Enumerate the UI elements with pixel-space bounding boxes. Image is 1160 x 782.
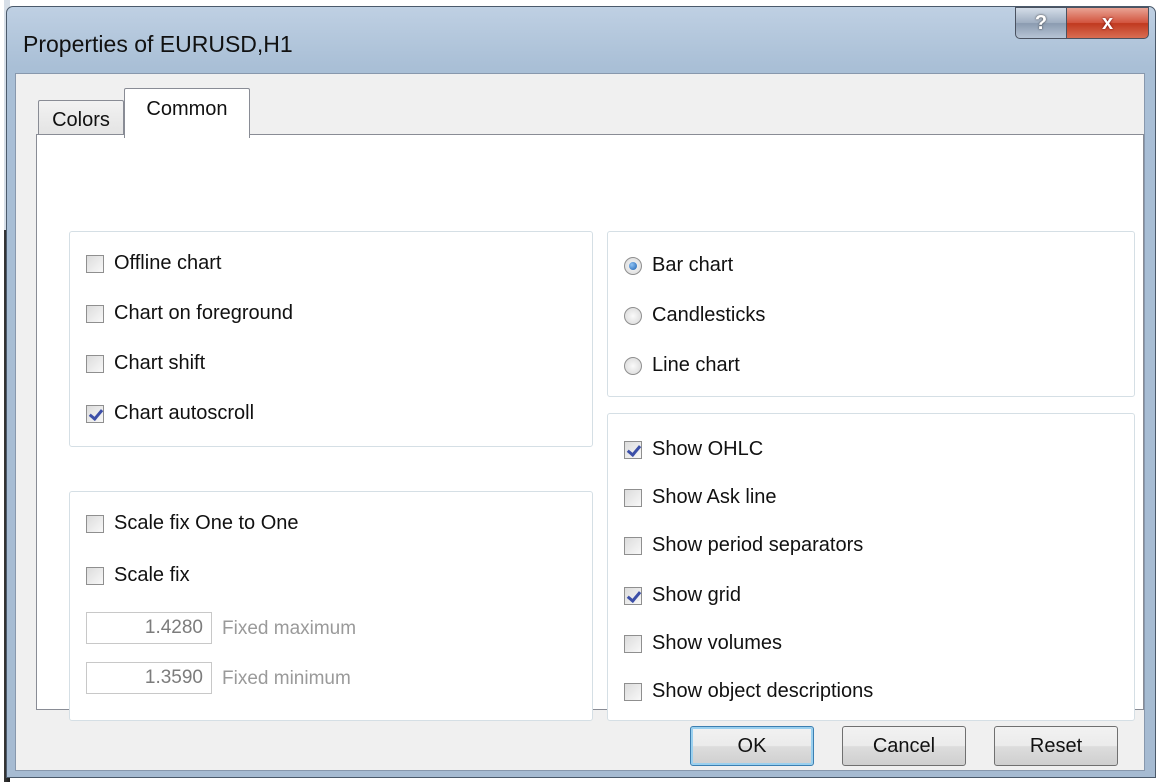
fixed-minimum-input[interactable]: 1.3590: [86, 662, 212, 694]
ok-button[interactable]: OK: [690, 726, 814, 766]
show-volumes-option[interactable]: Show volumes: [624, 632, 782, 655]
show-object-descriptions-option[interactable]: Show object descriptions: [624, 680, 873, 703]
help-icon: ?: [1034, 11, 1048, 34]
dialog-title: Properties of EURUSD,H1: [23, 31, 293, 57]
chart-type-group: Bar chart Candlesticks Line chart: [607, 231, 1135, 397]
show-ask-line-label: Show Ask line: [652, 486, 777, 508]
scale-fix-one-to-one-label: Scale fix One to One: [114, 512, 299, 534]
offline-chart-option[interactable]: Offline chart: [86, 252, 221, 275]
offline-chart-checkbox[interactable]: [86, 254, 104, 273]
chart-autoscroll-checkbox[interactable]: [86, 404, 104, 423]
line-chart-label: Line chart: [652, 354, 740, 376]
chart-autoscroll-option[interactable]: Chart autoscroll: [86, 402, 254, 425]
offline-chart-label: Offline chart: [114, 252, 222, 274]
bar-chart-option[interactable]: Bar chart: [624, 254, 733, 277]
cancel-button[interactable]: Cancel: [842, 726, 966, 766]
fixed-maximum-input[interactable]: 1.4280: [86, 612, 212, 644]
show-ask-line-option[interactable]: Show Ask line: [624, 486, 777, 509]
show-volumes-label: Show volumes: [652, 632, 783, 654]
candlesticks-option[interactable]: Candlesticks: [624, 304, 765, 327]
reset-button[interactable]: Reset: [994, 726, 1118, 766]
fixed-maximum-label: Fixed maximum: [222, 618, 357, 639]
show-grid-checkbox[interactable]: [624, 586, 642, 605]
show-ask-line-checkbox[interactable]: [624, 488, 642, 507]
show-grid-option[interactable]: Show grid: [624, 584, 741, 607]
scale-fix-one-to-one-option[interactable]: Scale fix One to One: [86, 512, 299, 535]
bar-chart-radio[interactable]: [624, 256, 642, 275]
chart-autoscroll-label: Chart autoscroll: [114, 402, 255, 424]
chart-shift-checkbox[interactable]: [86, 354, 104, 373]
show-volumes-checkbox[interactable]: [624, 634, 642, 653]
show-ohlc-option[interactable]: Show OHLC: [624, 438, 763, 461]
chart-on-foreground-label: Chart on foreground: [114, 302, 294, 324]
scale-fix-checkbox[interactable]: [86, 566, 104, 585]
show-period-separators-checkbox[interactable]: [624, 536, 642, 555]
caption-buttons: ? x: [1015, 7, 1149, 41]
properties-dialog: Properties of EURUSD,H1 ? x Colors Commo…: [6, 6, 1156, 778]
line-chart-radio[interactable]: [624, 356, 642, 375]
scale-fix-option[interactable]: Scale fix: [86, 564, 190, 587]
tab-common[interactable]: Common: [124, 88, 250, 138]
close-icon: x: [1101, 11, 1114, 34]
chart-shift-label: Chart shift: [114, 352, 206, 374]
show-object-descriptions-checkbox[interactable]: [624, 682, 642, 701]
chart-on-foreground-option[interactable]: Chart on foreground: [86, 302, 293, 325]
general-options-group: Offline chart Chart on foreground Chart …: [69, 231, 593, 447]
show-ohlc-checkbox[interactable]: [624, 440, 642, 459]
show-ohlc-label: Show OHLC: [652, 438, 764, 460]
chart-shift-option[interactable]: Chart shift: [86, 352, 205, 375]
candlesticks-radio[interactable]: [624, 306, 642, 325]
show-period-separators-label: Show period separators: [652, 534, 864, 556]
show-grid-label: Show grid: [652, 584, 741, 606]
tab-colors[interactable]: Colors: [38, 100, 124, 136]
scale-group: Scale fix One to One Scale fix 1.4280 Fi…: [69, 491, 593, 721]
chart-on-foreground-checkbox[interactable]: [86, 304, 104, 323]
candlesticks-label: Candlesticks: [652, 304, 766, 326]
show-object-descriptions-label: Show object descriptions: [652, 680, 874, 702]
display-options-group: Show OHLC Show Ask line Show period sepa…: [607, 413, 1135, 721]
dialog-client-area: Colors Common Offline chart Chart on for…: [15, 73, 1145, 771]
close-button[interactable]: x: [1067, 7, 1149, 39]
show-period-separators-option[interactable]: Show period separators: [624, 534, 863, 557]
common-tab-panel: Offline chart Chart on foreground Chart …: [36, 134, 1144, 721]
help-button[interactable]: ?: [1015, 7, 1067, 39]
line-chart-option[interactable]: Line chart: [624, 354, 740, 377]
fixed-minimum-label: Fixed minimum: [222, 668, 351, 689]
scale-fix-label: Scale fix: [114, 564, 190, 586]
bar-chart-label: Bar chart: [652, 254, 734, 276]
scale-fix-one-to-one-checkbox[interactable]: [86, 514, 104, 533]
